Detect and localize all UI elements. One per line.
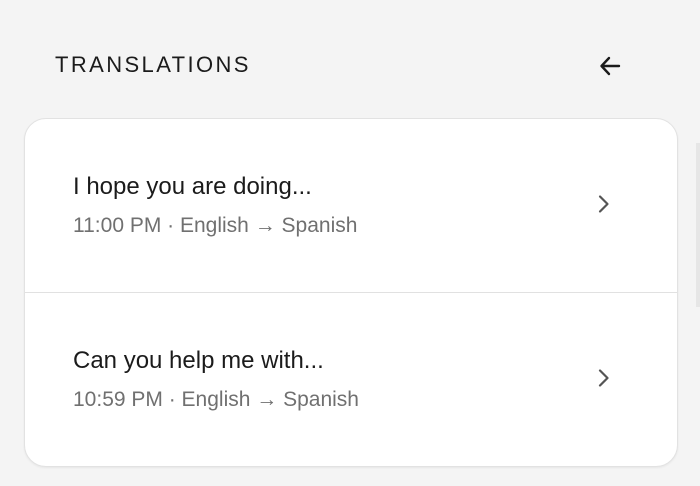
chevron-right-icon [592,366,616,390]
translation-meta: 10:59 PM · English → Spanish [73,388,359,411]
scrollbar-track[interactable] [696,143,700,307]
translation-item[interactable]: I hope you are doing... 11:00 PM · Engli… [25,119,677,292]
translations-list: I hope you are doing... 11:00 PM · Engli… [24,118,678,467]
translation-title: I hope you are doing... [73,173,312,200]
translations-screen: TRANSLATIONS I hope you are doing... 11:… [0,0,700,486]
arrow-left-icon [597,53,623,79]
translation-title: Can you help me with... [73,347,324,374]
translation-item[interactable]: Can you help me with... 10:59 PM · Engli… [25,292,677,466]
chevron-right-icon [592,192,616,216]
page-title: TRANSLATIONS [55,52,251,77]
header: TRANSLATIONS [0,0,700,118]
back-button[interactable] [594,50,626,82]
translation-meta: 11:00 PM · English → Spanish [73,214,358,237]
